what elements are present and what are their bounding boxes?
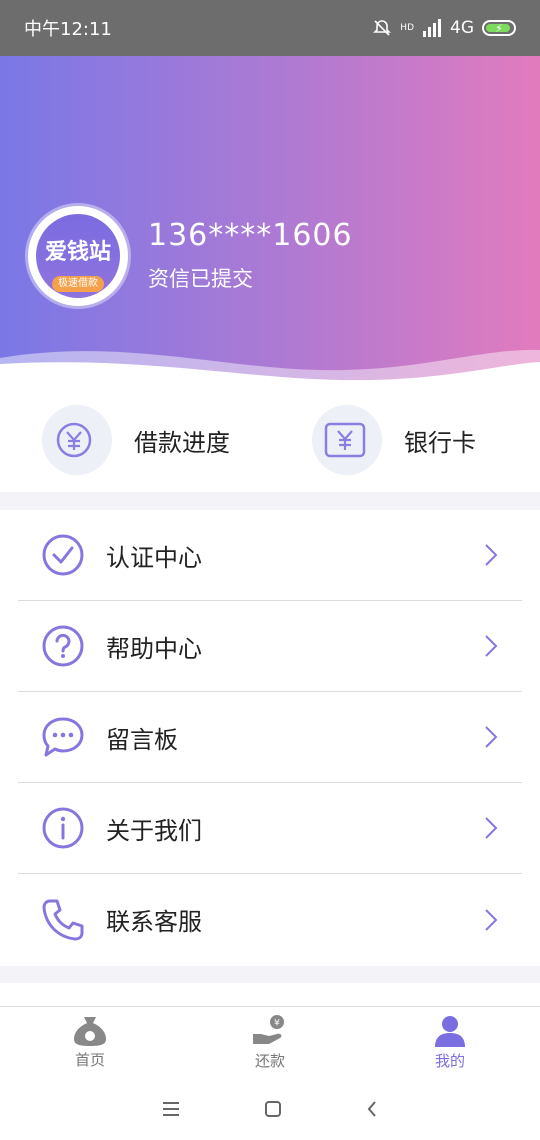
chevron-right-icon (485, 908, 498, 931)
menu-item-message-board[interactable]: 留言板 (18, 692, 522, 783)
status-time: 中午12:11 (24, 19, 112, 40)
chevron-right-icon (485, 544, 498, 566)
money-bag-icon (74, 1017, 106, 1046)
svg-text:¥: ¥ (274, 1019, 280, 1029)
network-label: 4G (450, 18, 474, 38)
menu-icon[interactable] (161, 1101, 181, 1117)
menu-label: 留言板 (106, 725, 178, 754)
mute-bell-icon (373, 20, 392, 36)
tab-bar: 首页 ¥ 还款 我的 (0, 1006, 540, 1078)
bank-card-label: 银行卡 (404, 428, 476, 457)
chevron-right-icon (485, 635, 498, 657)
phone-icon (42, 899, 84, 940)
home-icon[interactable] (264, 1100, 282, 1118)
status-bar: 中午12:11 HD 4G ⚡ (0, 0, 540, 56)
avatar[interactable]: 爱钱站 极速借款 (28, 206, 128, 306)
header-wave (0, 349, 540, 388)
tab-label: 还款 (254, 1052, 285, 1070)
tab-mine[interactable]: 我的 (360, 1007, 540, 1078)
chevron-right-icon (485, 726, 498, 748)
tab-home[interactable]: 首页 (0, 1007, 180, 1078)
menu-label: 关于我们 (106, 816, 202, 845)
loan-progress-label: 借款进度 (134, 428, 230, 457)
loan-progress-button[interactable]: 借款进度 (0, 388, 270, 492)
bank-card-icon (324, 422, 366, 458)
repay-hand-icon: ¥ (253, 1015, 284, 1044)
yuan-circle-icon (56, 422, 92, 458)
tab-repay[interactable]: ¥ 还款 (180, 1007, 360, 1078)
avatar-logo-ribbon: 极速借款 (52, 276, 104, 292)
tab-label: 首页 (74, 1051, 105, 1069)
user-icon (435, 1016, 465, 1047)
status-icons: HD 4G ⚡ (372, 18, 516, 38)
bank-card-button[interactable]: 银行卡 (270, 388, 540, 492)
menu-item-about-us[interactable]: 关于我们 (18, 783, 522, 874)
menu-item-verification[interactable]: 认证中心 (18, 510, 522, 601)
quick-actions: 借款进度 银行卡 (0, 388, 540, 492)
menu-label: 联系客服 (106, 908, 202, 936)
check-circle-icon (42, 534, 84, 576)
info-circle-icon (42, 807, 84, 849)
menu-item-help[interactable]: 帮助中心 (18, 601, 522, 692)
question-circle-icon (42, 625, 84, 667)
signal-icon (423, 19, 441, 37)
credit-status: 资信已提交 (148, 267, 253, 291)
menu-list: 认证中心 帮助中心 留言板 关于我们 联系客服 (0, 510, 540, 966)
battery-icon: ⚡ (482, 20, 516, 36)
chevron-right-icon (485, 817, 498, 839)
back-icon[interactable] (365, 1100, 379, 1118)
user-phone: 136****1606 (148, 218, 353, 253)
chat-bubble-icon (42, 717, 84, 757)
tab-label: 我的 (434, 1052, 465, 1070)
hd-label: HD (400, 23, 414, 33)
menu-item-customer-service[interactable]: 联系客服 (18, 874, 522, 965)
menu-label: 帮助中心 (106, 634, 202, 663)
avatar-logo-text: 爱钱站 (44, 239, 111, 265)
system-nav-bar (0, 1078, 540, 1140)
menu-label: 认证中心 (106, 543, 202, 572)
